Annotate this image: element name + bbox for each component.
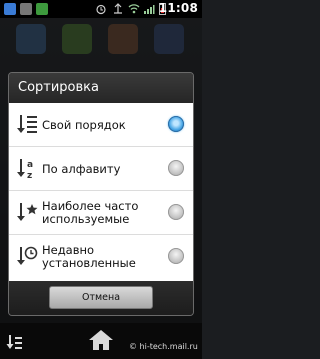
sort-option-recently-installed[interactable]: Недавно установленные bbox=[9, 235, 193, 281]
most-used-star-icon bbox=[17, 203, 38, 221]
option-label: Свой порядок bbox=[42, 117, 126, 132]
sort-option-most-used[interactable]: Наиболее часто используемые bbox=[9, 191, 193, 235]
alarm-icon bbox=[96, 4, 106, 15]
dialog-title: Сортировка bbox=[9, 73, 193, 103]
usb-debug-icon bbox=[114, 3, 122, 14]
watermark: © hi-tech.mail.ru bbox=[129, 342, 198, 351]
clock: 11:08 bbox=[158, 1, 198, 15]
notification-app-icon bbox=[4, 3, 16, 15]
sort-dialog: Сортировка Свой порядок a z По алфавиту … bbox=[8, 72, 194, 316]
radio-button[interactable] bbox=[168, 160, 184, 176]
notification-download-icon bbox=[36, 3, 48, 15]
sort-option-custom[interactable]: Свой порядок bbox=[9, 103, 193, 147]
cancel-button[interactable]: Отмена bbox=[49, 286, 153, 309]
sort-option-alphabetical[interactable]: a z По алфавиту bbox=[9, 147, 193, 191]
custom-order-icon bbox=[17, 115, 37, 133]
notification-settings-icon bbox=[20, 3, 32, 15]
option-label: Недавно установленные bbox=[42, 243, 136, 270]
svg-text:z: z bbox=[27, 171, 32, 181]
radio-button[interactable] bbox=[168, 248, 184, 264]
home-icon[interactable] bbox=[88, 329, 114, 351]
option-label: По алфавиту bbox=[42, 161, 121, 176]
alphabetical-sort-icon: a z bbox=[17, 159, 33, 181]
status-bar: 11:08 bbox=[0, 0, 202, 18]
sort-menu-icon[interactable] bbox=[6, 334, 22, 352]
dialog-footer: Отмена bbox=[9, 281, 193, 315]
svg-text:a: a bbox=[27, 160, 33, 170]
radio-button[interactable] bbox=[168, 204, 184, 220]
wifi-icon bbox=[128, 4, 140, 14]
radio-button-selected[interactable] bbox=[168, 116, 184, 132]
option-label: Наиболее часто используемые bbox=[42, 199, 139, 226]
signal-icon bbox=[144, 5, 155, 14]
recently-installed-clock-icon bbox=[17, 246, 38, 265]
sort-options-list: Свой порядок a z По алфавиту Наиболее ча… bbox=[9, 103, 193, 281]
